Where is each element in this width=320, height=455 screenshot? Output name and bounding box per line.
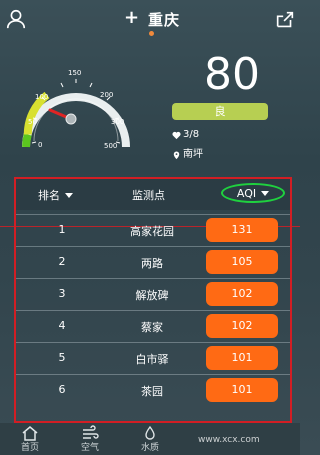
rank-summary: 3/8 <box>172 128 199 142</box>
gauge-tick-100: 100 <box>35 93 48 101</box>
row-rank: 2 <box>58 255 66 268</box>
share-icon[interactable] <box>274 9 296 31</box>
gauge-tick-50: 50 <box>28 118 37 126</box>
row-aqi-pill: 131 <box>206 218 278 242</box>
aqi-level-badge: 良 <box>172 103 268 120</box>
table-row[interactable]: 3 解放碑 102 <box>16 278 290 310</box>
top-bar: + 重庆 <box>0 0 300 40</box>
nav-home-label: 首页 <box>20 443 39 453</box>
gauge-tick-150: 150 <box>68 69 81 77</box>
gauge-tick-200: 200 <box>100 91 113 99</box>
gauge-tick-0: 0 <box>38 141 42 149</box>
nav-air-label: 空气 <box>80 443 99 453</box>
aqi-sort-header[interactable]: AQI <box>221 183 285 203</box>
row-station: 高家花园 <box>130 225 174 238</box>
row-rank: 1 <box>58 223 66 236</box>
table-header: 排名 监测点 AQI <box>16 179 290 210</box>
table-row[interactable]: 6 茶园 101 <box>16 374 290 406</box>
table-row[interactable]: 4 蔡家 102 <box>16 310 290 342</box>
home-icon <box>22 426 38 441</box>
row-station: 解放碑 <box>135 289 169 302</box>
row-rank: 5 <box>58 351 66 364</box>
rank-value: 3/8 <box>183 129 200 140</box>
gauge-tick-500: 500 <box>104 142 117 150</box>
row-station: 白市驿 <box>135 353 169 366</box>
row-aqi-pill: 102 <box>206 282 278 306</box>
rank-sort-header[interactable]: 排名 <box>38 187 73 203</box>
add-city-button[interactable]: + <box>124 8 139 28</box>
chevron-down-icon <box>65 192 73 198</box>
row-station: 茶园 <box>141 385 163 398</box>
ranking-panel: 排名 监测点 AQI 1 高家花园 131 2 两路 105 3 解放碑 102… <box>14 177 292 423</box>
row-station: 两路 <box>141 257 163 270</box>
station-header: 监测点 <box>132 189 165 202</box>
location-pin-icon <box>173 150 180 159</box>
nav-home[interactable]: 首页 <box>0 423 60 455</box>
heart-icon <box>172 131 181 139</box>
row-aqi-pill: 101 <box>206 346 278 370</box>
user-icon[interactable] <box>5 8 27 30</box>
table-row[interactable]: 5 白市驿 101 <box>16 342 290 374</box>
city-name[interactable]: 重庆 <box>148 9 180 30</box>
gauge-tick-300: 300 <box>111 118 124 126</box>
aqi-gauge: 0 50 100 150 200 300 500 <box>22 69 130 150</box>
row-rank: 4 <box>58 319 66 332</box>
row-aqi-pill: 102 <box>206 314 278 338</box>
aqi-header-label: AQI <box>236 186 257 200</box>
station-summary: 南坪 <box>172 148 203 162</box>
chevron-down-icon <box>261 190 270 196</box>
page-indicator-dot <box>149 31 154 36</box>
air-icon <box>83 425 99 439</box>
table-row[interactable]: 2 两路 105 <box>16 246 290 278</box>
nav-water-label: 水质 <box>140 443 159 453</box>
row-station: 蔡家 <box>141 321 163 334</box>
rank-header-label: 排名 <box>38 189 60 202</box>
row-aqi-pill: 105 <box>206 250 278 274</box>
station-name: 南坪 <box>183 149 203 160</box>
row-rank: 6 <box>58 383 66 396</box>
row-rank: 3 <box>58 287 66 300</box>
row-aqi-pill: 101 <box>206 378 278 402</box>
aqi-value: 80 <box>204 49 260 100</box>
nav-air[interactable]: 空气 <box>60 423 120 455</box>
gauge-hub <box>65 113 77 125</box>
table-row[interactable]: 1 高家花园 131 <box>16 214 290 246</box>
water-icon <box>145 425 155 440</box>
watermark: www.xcx.com <box>198 435 260 445</box>
nav-water[interactable]: 水质 <box>120 423 180 455</box>
